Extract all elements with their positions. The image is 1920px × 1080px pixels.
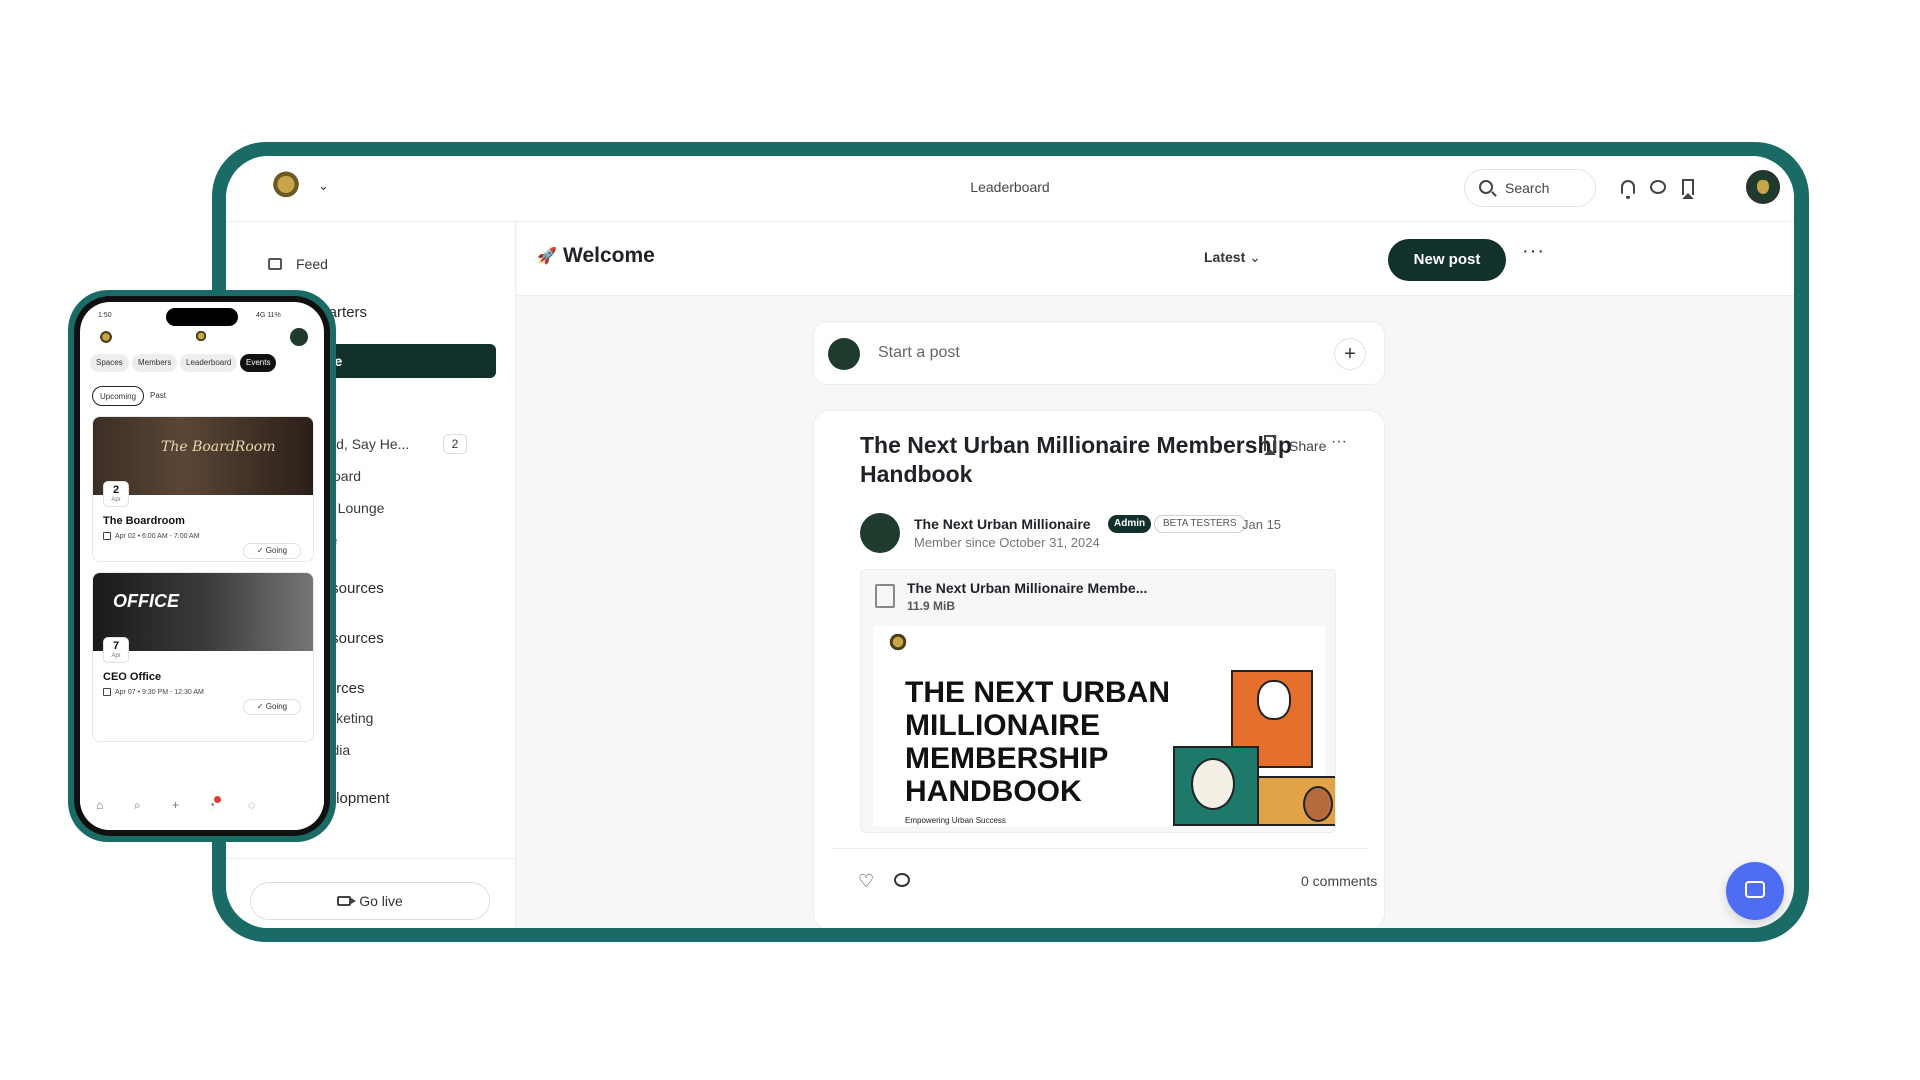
segment-upcoming[interactable]: Upcoming [92,386,145,406]
pdf-file-icon [875,584,895,608]
search-icon[interactable]: ⌕ [134,798,141,813]
search-button[interactable]: Search [1464,169,1596,207]
phone-tab-bar: Spaces Members Leaderboard Events [90,354,320,374]
community-logo[interactable] [98,330,114,344]
attachment-size: 11.9 MiB [907,599,956,613]
event-time: Apr 02 • 6:00 AM - 7:00 AM [115,533,200,540]
pdf-attachment[interactable]: The Next Urban Millionaire Membe... 11.9… [860,569,1336,833]
tablet-screen: ⌄ Leaderboard Search Feed quarters me ar… [226,156,1794,928]
notifications-button[interactable] [1618,177,1638,199]
divider [226,858,516,859]
post-date: Jan 15 [1242,517,1282,532]
author-name[interactable]: The Next Urban Millionaire [914,516,1091,532]
bell-icon [1621,180,1635,199]
more-options-icon[interactable]: ··· [1522,240,1545,263]
sort-dropdown[interactable]: Latest ⌄ [1204,249,1261,266]
event-day: 2 [112,484,120,496]
author-avatar[interactable] [860,513,900,553]
go-live-label: Go live [359,893,403,909]
segment-past[interactable]: Past [150,386,166,406]
event-time: Apr 07 • 9:30 PM - 12:30 AM [115,689,204,696]
status-time: 1:50 [98,312,112,319]
preview-subtitle: Empowering Urban Success [905,816,1006,825]
preview-title: THE NEXT URBAN MILLIONAIRE MEMBERSHIP HA… [905,676,1171,808]
share-button[interactable]: Share [1289,438,1326,454]
calendar-icon [103,532,111,540]
go-live-button[interactable]: Go live [250,882,490,920]
status-indicators: 4G 11% [256,312,281,319]
space-header: 🚀 Welcome Latest ⌄ New post ··· [517,222,1794,296]
bookmark-icon [1682,179,1694,199]
member-since: Member since October 31, 2024 [914,535,1100,550]
composer-placeholder[interactable]: Start a post [878,344,960,362]
chat-launcher-button[interactable] [1726,862,1784,920]
post-more-icon[interactable]: ··· [1331,433,1347,451]
attachment-preview: THE NEXT URBAN MILLIONAIRE MEMBERSHIP HA… [873,626,1335,826]
illustration-face [1303,786,1333,822]
tab-members[interactable]: Members [132,354,178,372]
phone-screen: 1:50 4G 11% Spaces Members Leaderboard E… [80,302,324,830]
search-icon [1479,180,1493,194]
bookmark-icon [1264,435,1276,455]
space-title: Welcome [563,244,655,267]
tab-spaces[interactable]: Spaces [90,354,129,372]
chat-bubble-icon [1650,180,1666,194]
preview-logo [887,632,909,652]
rsvp-label: Going [265,546,288,555]
post-card: The Next Urban Millionaire Membership Ha… [813,410,1385,928]
avatar [828,338,860,370]
video-camera-icon [337,896,357,906]
add-post-button[interactable]: + [1334,338,1366,370]
rsvp-label: Going [265,702,288,711]
rsvp-going-button[interactable]: ✓ Going [243,699,301,715]
post-composer[interactable]: Start a post + [813,321,1385,385]
divider [832,848,1368,849]
chevron-down-icon: ⌄ [1249,249,1261,265]
sidebar-item-feed[interactable]: Feed [296,256,328,272]
sort-label: Latest [1204,249,1246,265]
attachment-name: The Next Urban Millionaire Membe... [907,580,1148,596]
tab-leaderboard[interactable]: Leaderboard [180,354,238,372]
member-tag-badge: BETA TESTERS [1154,515,1246,533]
comment-icon[interactable] [894,873,910,887]
calendar-icon [103,688,111,696]
event-day: 7 [112,640,120,652]
event-card[interactable]: The BoardRoom 2 Apr The Boardroom Apr 02… [92,416,314,562]
admin-badge: Admin [1108,515,1152,533]
rsvp-going-button[interactable]: ✓ Going [243,543,301,559]
phone-bottom-nav: ⌂ ⌕ + ◔ ◌ [80,790,324,830]
event-month: Apr [111,653,121,659]
unread-count-badge: 2 [443,434,467,454]
rocket-icon: 🚀 [537,248,557,265]
community-emblem [194,330,208,342]
event-image-text: The BoardRoom [161,439,276,455]
illustration-face [1257,680,1291,720]
bookmarks-button[interactable] [1678,177,1698,199]
date-badge: 2 Apr [103,481,129,507]
event-title: CEO Office [103,671,162,683]
messages-icon[interactable]: ◌ [248,798,255,812]
messages-button[interactable] [1648,177,1668,197]
comment-count[interactable]: 0 comments [1301,873,1377,889]
user-avatar[interactable] [1746,170,1780,204]
notification-dot [214,796,221,803]
top-bar: ⌄ Leaderboard Search [226,156,1794,222]
post-bookmark-button[interactable] [1264,435,1276,455]
search-label: Search [1505,180,1550,196]
event-title: The Boardroom [103,515,185,527]
add-icon[interactable]: + [172,798,179,812]
avatar[interactable] [290,328,308,346]
illustration-face [1191,758,1235,810]
new-post-button[interactable]: New post [1388,239,1506,281]
phone-notch [166,308,238,326]
feed-icon [268,258,282,270]
event-image-text: OFFICE [113,591,179,611]
tab-events[interactable]: Events [240,354,277,372]
like-heart-icon[interactable]: ♡ [858,871,874,892]
home-icon[interactable]: ⌂ [96,798,103,812]
chat-bubble-icon [1745,881,1765,898]
date-badge: 7 Apr [103,637,129,663]
event-month: Apr [111,497,121,503]
event-card[interactable]: OFFICE 7 Apr CEO Office Apr 07 • 9:30 PM… [92,572,314,742]
